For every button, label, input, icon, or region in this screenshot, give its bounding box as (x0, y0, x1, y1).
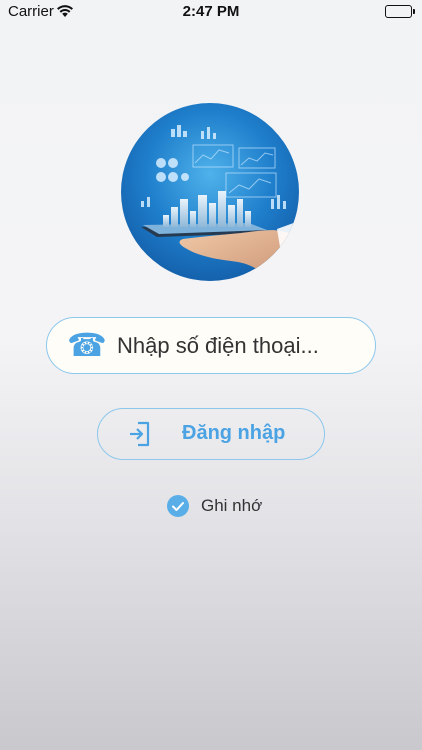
app-logo (121, 103, 299, 281)
checkbox-checked-icon[interactable] (167, 495, 189, 517)
login-icon (128, 421, 152, 447)
login-button-label: Đăng nhập (182, 422, 286, 444)
login-button[interactable]: Đăng nhập (97, 408, 325, 460)
status-bar: Carrier 2:47 PM (0, 0, 422, 24)
status-time: 2:47 PM (182, 3, 240, 20)
battery-icon (385, 5, 415, 18)
telephone-icon: ☎ (67, 327, 107, 363)
phone-number-input[interactable] (117, 326, 367, 366)
remember-me-label: Ghi nhớ (201, 496, 263, 515)
phone-input-container[interactable]: ☎ (46, 317, 376, 374)
